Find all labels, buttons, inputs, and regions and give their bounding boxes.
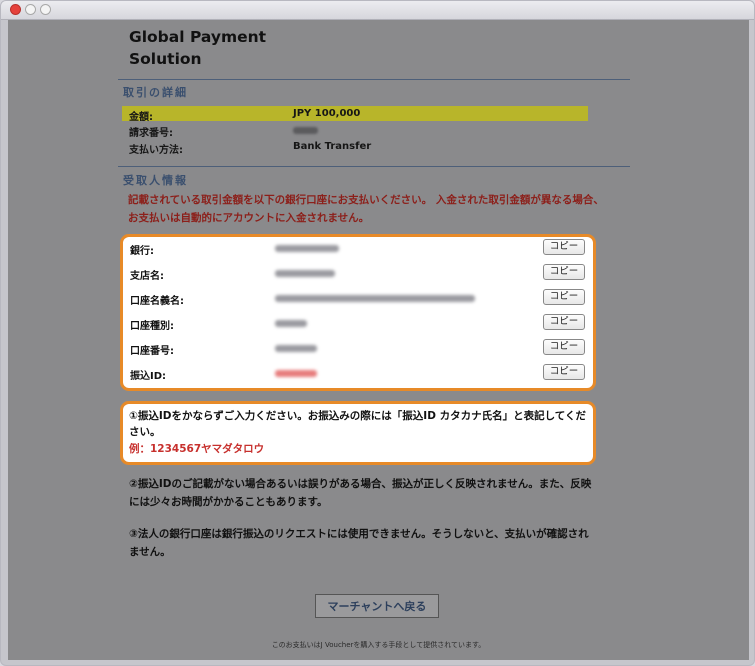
- transfer-id-example: 例：1234567ヤマダタロウ: [129, 443, 265, 455]
- divider: [118, 166, 630, 167]
- branch-value-redacted: [275, 270, 335, 277]
- minimize-window-icon[interactable]: [25, 4, 36, 15]
- transfer-id-instructions: ①振込IDをかならずご入力ください。お振込みの際には「振込ID カタカナ氏名」と…: [129, 410, 586, 438]
- copy-account-type-button[interactable]: コピー: [543, 314, 585, 330]
- transfer-id-value-redacted: [275, 370, 317, 377]
- account-type-row: 口座種別: コピー: [123, 312, 593, 337]
- browser-window: Global Payment Solution 取引の詳細 金額: JPY 10…: [0, 0, 755, 666]
- account-type-label: 口座種別:: [130, 321, 174, 332]
- transfer-id-instructions-box: ①振込IDをかならずご入力ください。お振込みの際には「振込ID カタカナ氏名」と…: [120, 401, 596, 465]
- bank-label: 銀行:: [130, 246, 154, 257]
- bank-details-box: 銀行: コピー 支店名: コピー 口座名義名: コピー 口座種別: コピー 口座…: [120, 234, 596, 391]
- copy-bank-button[interactable]: コピー: [543, 239, 585, 255]
- account-holder-label: 口座名義名:: [130, 296, 184, 307]
- copy-branch-button[interactable]: コピー: [543, 264, 585, 280]
- note-corporate-account: ③法人の銀行口座は銀行振込のリクエストには使用できません。そうしないと、支払いが…: [129, 528, 589, 558]
- account-number-value-redacted: [275, 345, 317, 352]
- payment-method-value: Bank Transfer: [293, 141, 372, 152]
- transfer-id-row: 振込ID: コピー: [123, 362, 593, 387]
- transfer-id-label: 振込ID:: [130, 371, 167, 382]
- payment-method-label: 支払い方法:: [129, 145, 183, 156]
- recipient-section-title: 受取人情報: [123, 174, 188, 187]
- payment-notice: 記載されている取引金額を以下の銀行口座にお支払いください。 入金された取引金額が…: [128, 194, 604, 224]
- window-titlebar: [1, 1, 754, 20]
- bank-row: 銀行: コピー: [123, 237, 593, 262]
- back-to-merchant-button[interactable]: マーチャントへ戻る: [315, 594, 439, 618]
- footer-note: このお支払いはJ Voucherを購入する手段として提供されています。: [271, 641, 486, 649]
- amount-label: 金額:: [129, 112, 153, 123]
- brand-title: Global Payment Solution: [129, 28, 267, 68]
- amount-value: JPY 100,000: [293, 108, 361, 119]
- account-number-row: 口座番号: コピー: [123, 337, 593, 362]
- maximize-window-icon[interactable]: [40, 4, 51, 15]
- copy-account-holder-button[interactable]: コピー: [543, 289, 585, 305]
- payment-page: Global Payment Solution 取引の詳細 金額: JPY 10…: [8, 20, 749, 660]
- note-missing-id: ②振込IDのご記載がない場合あるいは誤りがある場合、振込が正しく反映されません。…: [129, 478, 592, 508]
- bank-value-redacted: [275, 245, 339, 252]
- branch-label: 支店名:: [130, 271, 164, 282]
- close-window-icon[interactable]: [10, 4, 21, 15]
- copy-account-number-button[interactable]: コピー: [543, 339, 585, 355]
- account-type-value-redacted: [275, 320, 307, 327]
- invoice-number-redacted: [293, 127, 318, 134]
- account-holder-value-redacted: [275, 295, 475, 302]
- divider: [118, 79, 630, 80]
- invoice-number-label: 請求番号:: [129, 128, 173, 139]
- transaction-section-title: 取引の詳細: [123, 86, 188, 99]
- copy-transfer-id-button[interactable]: コピー: [543, 364, 585, 380]
- account-holder-row: 口座名義名: コピー: [123, 287, 593, 312]
- account-number-label: 口座番号:: [130, 346, 174, 357]
- branch-row: 支店名: コピー: [123, 262, 593, 287]
